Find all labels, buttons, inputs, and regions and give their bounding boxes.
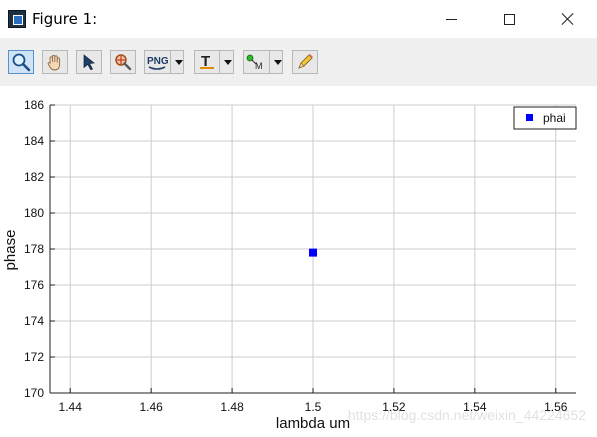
pan-tool-button[interactable] [42,50,68,74]
legend-label: phai [543,111,566,125]
zoom-tool-button[interactable] [8,50,34,74]
datatip-tool-button[interactable] [110,50,136,74]
figure-window: Figure 1: PNG T M 1.44 1.46 1.48 1.5 1.5… [0,0,597,437]
y-axis-label: phase [2,230,19,271]
ticks-layer: 1.44 1.46 1.48 1.5 1.52 1.54 1.561701721741761… [24,98,568,414]
app-icon [8,10,26,28]
png-icon-label: PNG [147,56,168,67]
legend-marker [526,114,533,121]
minimize-icon [445,18,457,20]
y-tick-label: 170 [24,386,44,400]
marker-icon: M [246,54,263,71]
select-tool-button[interactable] [76,50,102,74]
datatip-icon [115,54,132,71]
magnifier-icon [12,53,31,72]
maximize-icon [503,13,515,25]
x-tick-label: 1.5 [305,400,322,414]
marker-icon-label: M [255,61,263,71]
data-point [309,248,317,257]
y-tick-label: 182 [24,170,44,184]
x-tick-label: 1.48 [220,400,244,414]
y-tick-label: 176 [24,278,44,292]
chart[interactable]: 1.44 1.46 1.48 1.5 1.52 1.54 1.561701721741761… [0,86,597,437]
chevron-down-icon [223,59,232,65]
data-layer [309,248,317,257]
chevron-down-icon [174,59,183,65]
arrow-cursor-icon [83,54,95,71]
y-tick-label: 172 [24,350,44,364]
minimize-button[interactable] [422,0,480,38]
y-tick-label: 184 [24,134,44,148]
y-tick-label: 180 [24,206,44,220]
hand-icon [47,54,61,71]
text-tool-icon: T [199,53,214,70]
x-tick-label: 1.46 [139,400,163,414]
window-title: Figure 1: [32,10,98,28]
png-icon: PNG [147,56,168,70]
pencil-icon [298,54,313,69]
text-tool-button[interactable]: T [194,50,234,74]
close-button[interactable] [539,0,597,38]
y-tick-label: 186 [24,98,44,112]
x-tick-label: 1.44 [59,400,83,414]
figure-toolbar: PNG T M [0,38,597,86]
legend-layer: phai [513,106,577,130]
title-bar: Figure 1: [0,0,597,38]
chevron-down-icon [273,59,282,65]
plot-area: 1.44 1.46 1.48 1.5 1.52 1.54 1.56 170 172 174 176 1… [0,86,597,437]
export-png-button[interactable]: PNG [144,50,184,74]
edit-tool-button[interactable] [292,50,318,74]
watermark-text: https://blog.csdn.net/weixin_44224652 [348,407,586,423]
close-icon [561,12,575,26]
x-axis-label: lambda um [276,415,350,432]
y-tick-label: 178 [24,242,44,256]
marker-tool-button[interactable]: M [243,50,283,74]
maximize-button[interactable] [480,0,538,38]
y-tick-label: 174 [24,314,44,328]
